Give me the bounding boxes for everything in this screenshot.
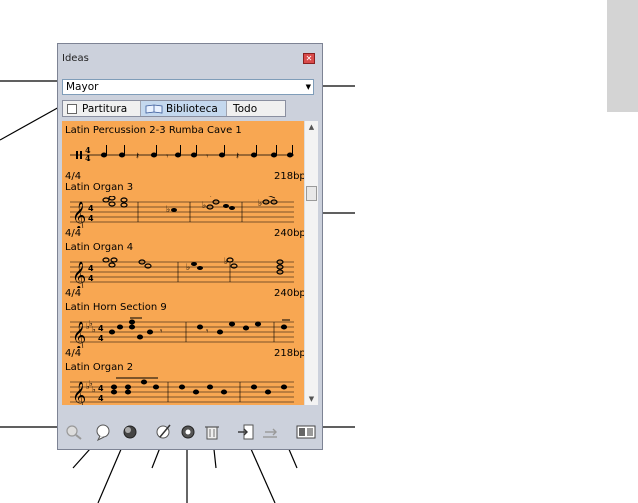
svg-text:♭: ♭ [92, 325, 96, 334]
scale-dropdown[interactable]: Mayor ▼ [62, 79, 314, 95]
add-idea-icon [96, 424, 110, 441]
vertical-scrollbar[interactable]: ▲ ▼ [304, 121, 318, 405]
idea-name: Latin Horn Section 9 [65, 302, 167, 313]
svg-text:4: 4 [88, 274, 94, 283]
svg-text:4: 4 [88, 214, 94, 223]
idea-meter: 4/4 [65, 288, 82, 299]
svg-text:𝄞: 𝄞 [72, 381, 86, 405]
chevron-down-icon[interactable]: ▼ [306, 83, 311, 91]
trash-icon [205, 426, 219, 440]
edit-idea-button[interactable] [154, 423, 174, 441]
idea-tempo: 218bpm [274, 171, 304, 182]
svg-text:♭: ♭ [224, 257, 228, 267]
svg-text:♭: ♭ [258, 199, 262, 209]
filter-label: Biblioteca [166, 102, 218, 115]
list-item[interactable]: Latin Horn Section 9 𝄞 ♭ ♭ ♭ 44 𝄾 𝄾 4/4 … [62, 302, 304, 362]
idea-name: Latin Percussion 2-3 Rumba Cave 1 [65, 125, 242, 136]
title-bar[interactable]: Ideas ✕ [58, 44, 322, 72]
edit-icon [156, 424, 171, 439]
organ-staff-thumbnail: 𝄞 44 ♭ ♭ [70, 257, 294, 288]
svg-text:♭: ♭ [92, 385, 96, 394]
svg-text:4: 4 [98, 384, 104, 393]
filter-library-button[interactable]: Biblioteca [141, 101, 227, 116]
idea-tempo: 218bpm [274, 348, 304, 359]
svg-text:𝄞: 𝄞 [72, 321, 86, 348]
percussion-staff-thumbnail: 4 4 𝄽 𝄾 𝄾 𝄽 [70, 145, 294, 163]
scroll-thumb[interactable] [306, 186, 317, 201]
svg-text:𝄞: 𝄞 [72, 261, 86, 288]
idea-tempo: 240bpm [274, 288, 304, 299]
idea-meter: 4/4 [65, 171, 82, 182]
panel-title: Ideas [62, 53, 89, 64]
svg-text:𝄾: 𝄾 [206, 152, 209, 162]
copy-icon [123, 425, 137, 439]
idea-name: Latin Organ 2 [65, 362, 134, 373]
copy-idea-button[interactable] [120, 423, 140, 441]
svg-text:𝄽: 𝄽 [236, 151, 239, 162]
side-tab [607, 0, 638, 112]
idea-name: Latin Organ 4 [65, 242, 134, 253]
svg-text:4: 4 [98, 334, 104, 343]
horn-staff-thumbnail: 𝄞 ♭ ♭♭ 44 𝄾 𝄾 [70, 317, 294, 348]
svg-text:4: 4 [98, 394, 104, 403]
search-button[interactable] [64, 423, 84, 441]
svg-text:𝄽: 𝄽 [136, 151, 139, 162]
svg-text:♭: ♭ [186, 263, 190, 273]
ideas-panel: Ideas ✕ Mayor ▼ Partitura Biblioteca Tod… [57, 43, 323, 450]
idea-meter: 4/4 [65, 348, 82, 359]
import-icon [238, 424, 254, 440]
svg-text:4: 4 [88, 264, 94, 273]
import-button[interactable] [236, 423, 256, 441]
filter-score-button[interactable]: Partitura [63, 101, 141, 116]
list-item[interactable]: Latin Organ 3 𝄞 44 ♭ ♭ ♭ 4/4 240bp [62, 182, 304, 242]
list-item[interactable]: Latin Percussion 2-3 Rumba Cave 1 4 4 𝄽 … [62, 125, 304, 185]
dropdown-value: Mayor [66, 81, 99, 93]
svg-text:♭: ♭ [166, 205, 170, 215]
export-button[interactable] [260, 423, 280, 441]
svg-text:𝄞: 𝄞 [72, 201, 86, 228]
score-view-button[interactable] [296, 423, 316, 441]
scroll-up-icon[interactable]: ▲ [305, 121, 318, 133]
add-idea-button[interactable] [94, 423, 114, 441]
filter-all-button[interactable]: Todo [227, 101, 285, 116]
delete-button[interactable] [202, 423, 222, 441]
svg-text:4: 4 [88, 204, 94, 213]
ideas-list[interactable]: Latin Percussion 2-3 Rumba Cave 1 4 4 𝄽 … [62, 121, 304, 405]
close-button[interactable]: ✕ [303, 53, 315, 64]
organ-staff-thumbnail: 𝄞 ♭ ♭♭ 44 [70, 377, 294, 405]
filter-label: Partitura [82, 102, 128, 115]
search-icon [66, 425, 82, 440]
settings-button[interactable] [178, 423, 198, 441]
organ-staff-thumbnail: 𝄞 44 ♭ ♭ ♭ [70, 196, 294, 228]
idea-tempo: 240bpm [274, 228, 304, 239]
svg-text:♭: ♭ [202, 201, 206, 211]
filter-segmented-control: Partitura Biblioteca Todo [62, 100, 286, 117]
svg-text:4: 4 [85, 153, 91, 163]
scroll-down-icon[interactable]: ▼ [305, 393, 318, 405]
filter-label: Todo [233, 102, 258, 115]
idea-meter: 4/4 [65, 228, 82, 239]
score-view-icon [296, 425, 316, 439]
svg-text:𝄾: 𝄾 [166, 152, 169, 162]
list-item[interactable]: Latin Organ 4 𝄞 44 ♭ ♭ 4/4 240bp [62, 242, 304, 302]
list-item[interactable]: Latin Organ 2 𝄞 ♭ ♭ ♭ 44 [62, 362, 304, 405]
idea-name: Latin Organ 3 [65, 182, 134, 193]
export-icon [263, 428, 277, 438]
score-icon [67, 103, 77, 114]
svg-text:4: 4 [98, 324, 104, 333]
book-icon [145, 104, 163, 113]
ideas-toolbar [58, 413, 322, 449]
gear-icon [181, 425, 195, 439]
